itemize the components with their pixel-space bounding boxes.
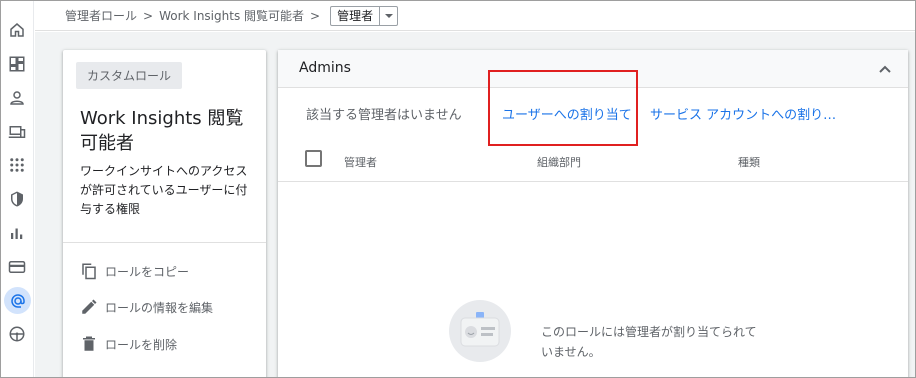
empty-state-illustration — [449, 300, 511, 362]
delete-role-label: ロールを削除 — [105, 337, 178, 352]
dashboard-icon[interactable] — [6, 53, 28, 75]
column-header-type[interactable]: 種類 — [738, 154, 760, 170]
admins-panel: Admins 該当する管理者はいません ユーザーへの割り当て サービス アカウン… — [278, 50, 908, 377]
copy-role-button[interactable]: ロールをコピー — [80, 260, 189, 282]
billing-icon[interactable] — [6, 256, 28, 278]
app-window: 管理者ロール > Work Insights 閲覧可能者 > 管理者 カスタムロ… — [0, 0, 916, 378]
edit-role-label: ロールの情報を編集 — [105, 300, 214, 315]
empty-state-message: このロールには管理者が割り当てられていません。 — [541, 325, 757, 359]
apps-icon[interactable] — [6, 154, 28, 176]
copy-icon — [82, 263, 96, 280]
security-icon[interactable] — [6, 188, 28, 210]
dropdown-arrow-icon[interactable] — [379, 6, 397, 25]
breadcrumb-admin-roles[interactable]: 管理者ロール — [65, 7, 137, 24]
column-header-org-unit[interactable]: 組織部門 — [537, 154, 581, 170]
delete-icon — [83, 336, 95, 351]
highlight-box — [488, 70, 638, 146]
edit-icon — [82, 299, 97, 314]
role-title: Work Insights 閲覧可能者 — [80, 108, 244, 154]
home-icon[interactable] — [6, 19, 28, 41]
no-admins-text: 該当する管理者はいません — [306, 108, 462, 123]
divider — [63, 242, 266, 243]
admins-title: Admins — [299, 60, 351, 76]
edit-role-button[interactable]: ロールの情報を編集 — [80, 296, 213, 318]
breadcrumb-role-name[interactable]: Work Insights 閲覧可能者 — [159, 7, 304, 24]
person-icon[interactable] — [6, 87, 28, 109]
chevron-up-icon[interactable] — [878, 62, 892, 76]
assign-service-accounts-link[interactable]: サービス アカウントへの割り当て — [650, 104, 840, 123]
role-description: ワークインサイトへのアクセスが許可されているユーザーに付与する権限 — [80, 164, 248, 216]
section-select-value: 管理者 — [337, 8, 374, 23]
role-card: カスタムロール Work Insights 閲覧可能者 ワークインサイトへのアク… — [63, 50, 266, 377]
select-all-checkbox[interactable] — [305, 150, 322, 167]
breadcrumb-separator: > — [143, 8, 154, 23]
rules-icon[interactable] — [6, 323, 28, 345]
custom-role-chip: カスタムロール — [76, 62, 182, 89]
delete-role-button[interactable]: ロールを削除 — [80, 333, 177, 355]
devices-icon[interactable] — [6, 121, 28, 143]
breadcrumb: 管理者ロール > Work Insights 閲覧可能者 > 管理者 — [35, 1, 915, 31]
section-select[interactable]: 管理者 — [330, 5, 399, 26]
nav-rail — [1, 1, 34, 377]
copy-role-label: ロールをコピー — [105, 264, 190, 279]
account-icon[interactable] — [4, 287, 31, 314]
column-header-admin[interactable]: 管理者 — [344, 154, 377, 170]
reports-icon[interactable] — [6, 222, 28, 244]
breadcrumb-separator: > — [310, 8, 321, 23]
